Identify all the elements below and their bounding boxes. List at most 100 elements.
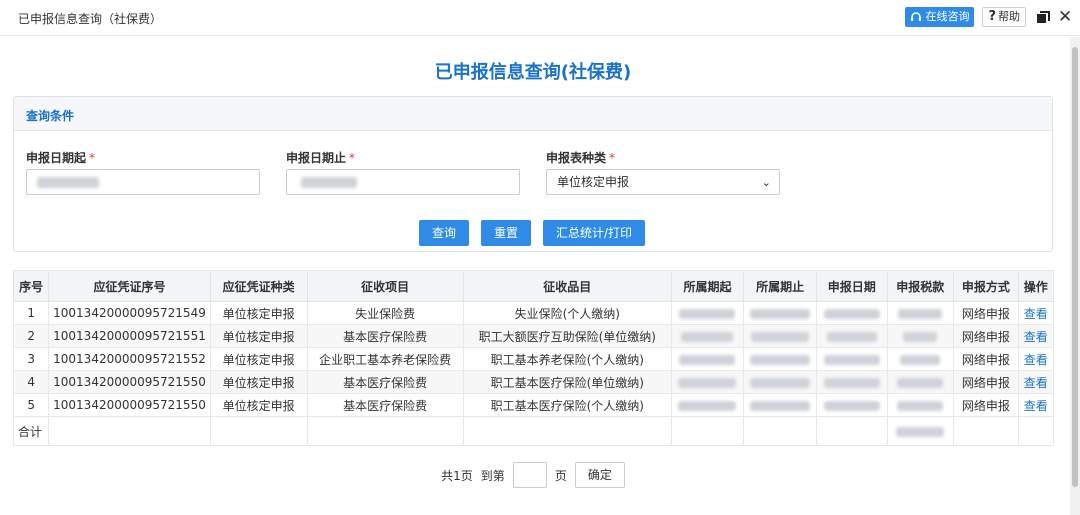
total-cell	[743, 416, 817, 446]
cell-period-end	[743, 347, 817, 371]
redacted-value	[823, 400, 880, 411]
search-button[interactable]: 查询	[418, 220, 469, 246]
cell-voucher-type: 单位核定申报	[209, 393, 308, 417]
goto-label: 到第	[480, 468, 505, 483]
query-buttons: 查询 重置 汇总统计/打印	[0, 220, 1065, 246]
cell-period-start	[670, 393, 745, 417]
cell-seq: 1	[12, 301, 50, 325]
form-type-label: 申报表种类	[546, 151, 607, 165]
column-header: 应征凭证序号	[48, 270, 211, 302]
cell-declare-date	[815, 324, 888, 348]
date-end-field: 申报日期止 *	[286, 149, 520, 195]
cell-period-start	[670, 324, 745, 348]
column-header: 所属期止	[743, 270, 817, 302]
page-title: 已申报信息查询(社保费)	[434, 62, 632, 83]
total-label: 合计	[12, 416, 50, 446]
cell-declare-date	[815, 347, 888, 371]
page-number-input[interactable]	[512, 462, 547, 488]
table-header-row: 序号 应征凭证序号 应征凭证种类 征收项目 征收品目 所属期起 所属期止 申报日…	[12, 270, 1055, 302]
redacted-value	[900, 354, 941, 365]
view-link[interactable]: 查看	[1017, 324, 1055, 348]
date-start-input[interactable]	[26, 169, 260, 195]
form-type-select[interactable]: 单位核定申报 ⌄	[546, 169, 780, 195]
date-start-field: 申报日期起 *	[26, 149, 260, 195]
total-cell	[209, 416, 308, 446]
cell-method: 网络申报	[953, 324, 1019, 348]
view-link[interactable]: 查看	[1017, 347, 1055, 371]
cell-item: 失业保险费	[306, 301, 464, 325]
titlebar-actions: 在线咨询 ? 帮助 ✕	[905, 7, 1072, 27]
date-end-label: 申报日期止	[286, 151, 347, 165]
redacted-value	[37, 177, 99, 188]
column-header: 序号	[12, 270, 50, 302]
total-cell	[953, 416, 1019, 446]
view-link[interactable]: 查看	[1017, 370, 1055, 394]
view-link[interactable]: 查看	[1017, 393, 1055, 417]
cell-subitem: 职工基本养老保险(个人缴纳)	[462, 347, 672, 371]
cell-tax-amount	[886, 347, 955, 371]
redacted-value	[301, 177, 357, 188]
cell-period-end	[743, 393, 817, 417]
table-row: 1 10013420000095721549 单位核定申报 失业保险费 失业保险…	[12, 301, 1055, 325]
cell-subitem: 职工基本医疗保险(单位缴纳)	[462, 370, 672, 394]
cell-tax-amount	[886, 324, 955, 348]
redacted-value	[750, 377, 811, 388]
pagination: 共1页 到第 页 确定	[0, 462, 1066, 488]
cell-voucher: 10013420000095721551	[48, 324, 211, 348]
cell-voucher-type: 单位核定申报	[209, 324, 308, 348]
cell-declare-date	[815, 370, 888, 394]
cell-method: 网络申报	[953, 347, 1019, 371]
cell-period-end	[743, 324, 817, 348]
online-consult-label: 在线咨询	[925, 10, 970, 23]
scrollbar-thumb[interactable]	[1072, 47, 1078, 487]
window-titlebar: 已申报信息查询（社保费） 在线咨询 ? 帮助 ✕	[0, 0, 1080, 36]
cell-period-start	[670, 347, 745, 371]
cell-item: 基本医疗保险费	[306, 393, 464, 417]
cell-subitem: 职工大额医疗互助保险(单位缴纳)	[462, 324, 672, 348]
total-cell	[48, 416, 211, 446]
form-type-field: 申报表种类 * 单位核定申报 ⌄	[546, 149, 780, 195]
cell-period-start	[670, 370, 745, 394]
redacted-value	[679, 308, 736, 319]
results-table: 序号 应征凭证序号 应征凭证种类 征收项目 征收品目 所属期起 所属期止 申报日…	[12, 270, 1055, 446]
cell-item: 企业职工基本养老保险费	[306, 347, 464, 371]
summary-print-button[interactable]: 汇总统计/打印	[542, 220, 646, 246]
online-consult-button[interactable]: 在线咨询	[905, 7, 975, 27]
redacted-value	[823, 308, 880, 319]
confirm-button[interactable]: 确定	[574, 462, 625, 488]
required-mark: *	[349, 151, 356, 165]
redacted-value	[826, 331, 877, 342]
redacted-value	[823, 354, 880, 365]
view-link[interactable]: 查看	[1017, 301, 1055, 325]
table-row: 5 10013420000095721550 单位核定申报 基本医疗保险费 职工…	[12, 393, 1055, 417]
cell-seq: 5	[12, 393, 50, 417]
total-tax-amount	[886, 416, 955, 446]
cell-method: 网络申报	[953, 393, 1019, 417]
page-unit: 页	[554, 468, 567, 483]
date-end-input[interactable]	[286, 169, 520, 195]
reset-button[interactable]: 重置	[480, 220, 531, 246]
cell-voucher: 10013420000095721549	[48, 301, 211, 325]
cell-voucher: 10013420000095721550	[48, 393, 211, 417]
redacted-value	[897, 400, 944, 411]
redacted-value	[750, 400, 811, 411]
cell-voucher: 10013420000095721552	[48, 347, 211, 371]
column-header: 征收品目	[462, 270, 672, 302]
vertical-scrollbar[interactable]	[1070, 37, 1080, 515]
redacted-value	[750, 354, 811, 365]
total-cell	[306, 416, 464, 446]
cell-declare-date	[815, 393, 888, 417]
redacted-value	[898, 308, 943, 319]
column-header: 所属期起	[670, 270, 745, 302]
cell-voucher-type: 单位核定申报	[209, 347, 308, 371]
redacted-value	[750, 308, 811, 319]
cell-period-start	[670, 301, 745, 325]
chevron-down-icon: ⌄	[761, 176, 771, 189]
cell-item: 基本医疗保险费	[306, 324, 464, 348]
total-cell	[462, 416, 672, 446]
cell-tax-amount	[886, 301, 955, 325]
redacted-value	[897, 377, 944, 388]
restore-window-icon[interactable]	[1034, 9, 1050, 25]
help-button[interactable]: ? 帮助	[982, 7, 1026, 27]
close-icon[interactable]: ✕	[1058, 9, 1072, 26]
